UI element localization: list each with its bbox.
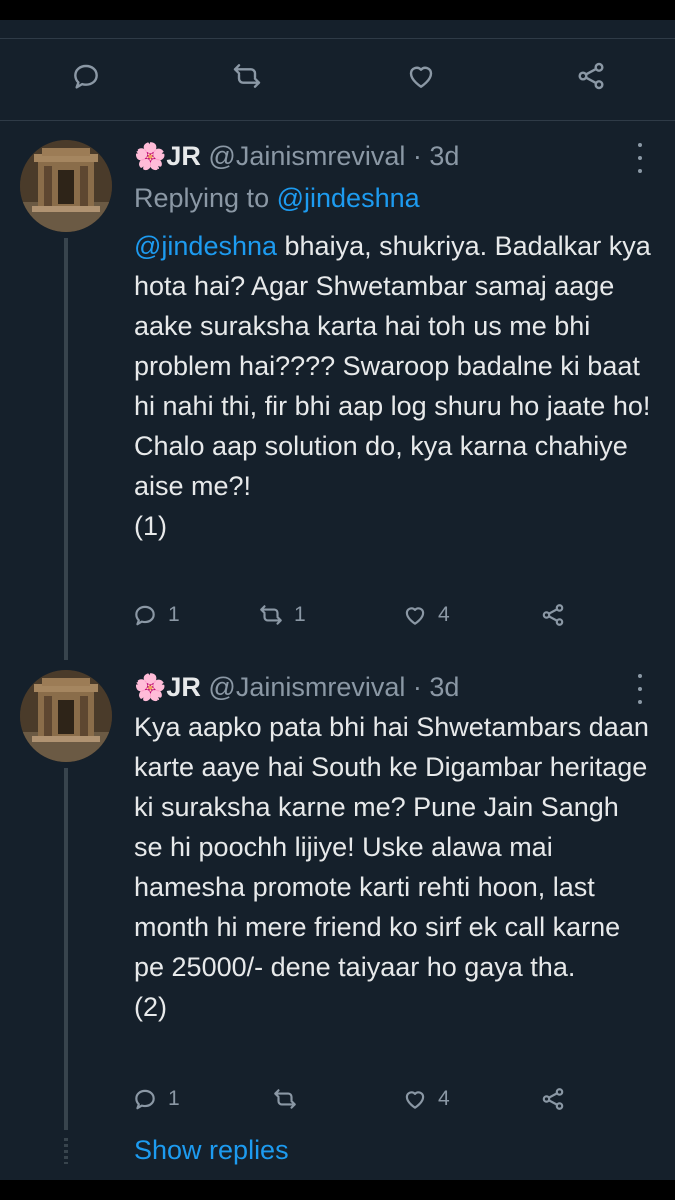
share-icon <box>542 604 564 626</box>
flower-emoji: 🌸 <box>134 672 167 702</box>
like-icon <box>405 607 425 625</box>
tweet-actions: 1 1 4 <box>132 598 652 632</box>
tweet-header: 🌸JR @Jainismrevival · 3d <box>134 670 459 704</box>
like-icon <box>405 1091 425 1109</box>
like-button[interactable]: 4 <box>402 598 450 632</box>
retweet-icon[interactable] <box>229 58 265 94</box>
mention-link[interactable]: @jindeshna <box>134 231 277 261</box>
display-name[interactable]: JR <box>166 672 201 702</box>
reply-button[interactable]: 1 <box>132 1082 180 1116</box>
share-icon[interactable] <box>573 58 609 94</box>
like-count: 4 <box>438 603 450 626</box>
reply-count: 1 <box>168 1087 180 1110</box>
retweet-count: 1 <box>294 603 306 626</box>
timestamp[interactable]: 3d <box>429 141 459 171</box>
like-button[interactable]: 4 <box>402 1082 450 1116</box>
share-button[interactable] <box>540 1082 576 1116</box>
reply-icon[interactable] <box>68 58 104 94</box>
temple-avatar-image <box>20 670 112 762</box>
timestamp[interactable]: 3d <box>429 672 459 702</box>
separator: · <box>412 141 422 171</box>
more-options-icon[interactable] <box>632 674 648 704</box>
replying-handle-link[interactable]: @jindeshna <box>277 183 420 213</box>
retweet-button[interactable]: 1 <box>258 598 306 632</box>
like-icon[interactable] <box>403 58 439 94</box>
flower-emoji: 🌸 <box>134 141 167 171</box>
more-options-icon[interactable] <box>632 143 648 173</box>
tweet-body: Kya aapko pata bhi hai Shwetambars daan … <box>134 712 649 982</box>
show-replies-link[interactable]: Show replies <box>134 1135 289 1166</box>
retweet-icon <box>274 1089 296 1109</box>
display-name[interactable]: JR <box>166 141 201 171</box>
reply-icon <box>135 605 155 626</box>
tweet-text: Kya aapko pata bhi hai Shwetambars daan … <box>134 707 654 1027</box>
share-button[interactable] <box>540 598 576 632</box>
reply-icon <box>135 1089 155 1110</box>
tweet-footnote: (2) <box>134 992 167 1022</box>
thread-dotted-line <box>64 1138 68 1164</box>
tweet-header: 🌸JR @Jainismrevival · 3d <box>134 139 459 173</box>
temple-avatar-image <box>20 140 112 232</box>
share-icon <box>542 1088 564 1110</box>
retweet-icon <box>260 605 282 625</box>
reply-count: 1 <box>168 603 180 626</box>
avatar[interactable] <box>20 140 112 232</box>
handle[interactable]: @Jainismrevival <box>208 141 405 171</box>
tweet-body: bhaiya, shukriya. Badalkar kya hota hai?… <box>134 231 651 501</box>
thread-line <box>64 238 68 660</box>
thread-line <box>64 768 68 1130</box>
tweet-footnote: (1) <box>134 511 167 541</box>
separator: · <box>412 672 422 702</box>
tweet-actions: 1 4 <box>132 1082 652 1116</box>
mid-divider <box>0 120 675 121</box>
avatar[interactable] <box>20 670 112 762</box>
retweet-button[interactable] <box>272 1082 308 1116</box>
parent-tweet-actions <box>0 50 675 110</box>
like-count: 4 <box>438 1087 450 1110</box>
tweet-text: @jindeshna bhaiya, shukriya. Badalkar ky… <box>134 226 654 546</box>
replying-prefix: Replying to <box>134 183 270 213</box>
handle[interactable]: @Jainismrevival <box>208 672 405 702</box>
top-divider <box>0 38 675 39</box>
reply-button[interactable]: 1 <box>132 598 180 632</box>
replying-to: Replying to @jindeshna <box>134 181 420 215</box>
